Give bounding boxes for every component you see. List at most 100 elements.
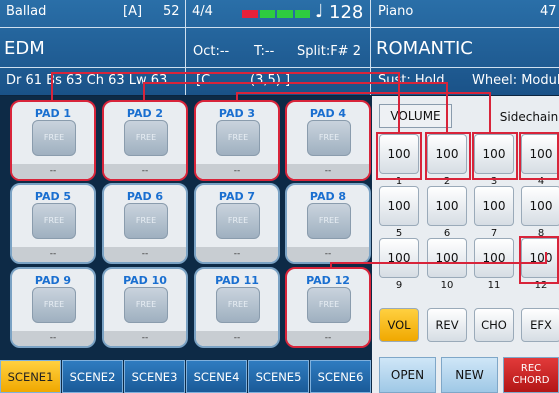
pad-state: FREE (124, 203, 168, 239)
status-bar: Ballad [A] 52 EDM 4/4 ♩ 128 Oct:-- T:-- … (0, 0, 559, 95)
chord-label: CHORD (512, 375, 550, 386)
new-button[interactable]: NEW (441, 357, 498, 393)
pad-11[interactable]: PAD 11 FREE -- (194, 267, 280, 348)
pad-state-label: FREE (227, 300, 249, 309)
pad-label: PAD 11 (215, 274, 259, 287)
pad-1[interactable]: PAD 1 FREE -- (10, 100, 96, 181)
voice-number: 47 (540, 4, 557, 19)
pad-footer: -- (12, 247, 94, 262)
chord-extension: (3,5) ] (250, 73, 291, 88)
sidechain-tab[interactable]: Sidechain (493, 106, 559, 130)
channel-number: 12 (534, 280, 548, 291)
pad-12[interactable]: PAD 12 FREE -- (285, 267, 371, 348)
voice-name: ROMANTIC (376, 38, 473, 59)
volume-knob-5[interactable]: 100 (379, 186, 419, 226)
pad-label: PAD 4 (309, 107, 347, 120)
vol-button[interactable]: VOL (379, 308, 419, 342)
style-category: Ballad (6, 4, 47, 19)
channel-number: 9 (395, 280, 403, 291)
volume-knob-11[interactable]: 100 (474, 238, 514, 278)
pad-footer: -- (104, 164, 186, 179)
voice-panel[interactable]: Piano 47 ROMANTIC Sust: Hold Wheel: Modu… (372, 0, 559, 95)
volume-knob-4[interactable]: 100 (521, 134, 559, 174)
pad-8[interactable]: PAD 8 FREE -- (285, 183, 371, 264)
pad-state: FREE (307, 203, 351, 239)
pad-state: FREE (216, 287, 260, 323)
scene-6-button[interactable]: SCENE6 (310, 360, 371, 393)
pad-state-label: FREE (135, 133, 157, 142)
scene-3-button[interactable]: SCENE3 (124, 360, 185, 393)
channel-number: 10 (440, 280, 454, 291)
open-button[interactable]: OPEN (379, 357, 436, 393)
pad-10[interactable]: PAD 10 FREE -- (102, 267, 188, 348)
pad-footer: -- (12, 164, 94, 179)
pad-label: PAD 3 (218, 107, 256, 120)
pad-9[interactable]: PAD 9 FREE -- (10, 267, 96, 348)
cho-button[interactable]: CHO (474, 308, 514, 342)
level-meter (242, 10, 310, 18)
pad-label: PAD 12 (306, 274, 350, 287)
transpose: T:-- (254, 44, 275, 59)
track-volumes: Dr 61 Bs 63 Ch 63 Lw 63 (6, 73, 168, 88)
channel-number: 11 (487, 280, 501, 291)
chord-name: [C (196, 73, 211, 88)
pad-state: FREE (124, 120, 168, 156)
pad-state-label: FREE (135, 216, 157, 225)
pad-footer: -- (196, 331, 278, 346)
wheel-mode: Wheel: Modul (472, 73, 559, 88)
pad-footer: -- (287, 164, 369, 179)
pad-label: PAD 8 (309, 190, 347, 203)
scene-5-button[interactable]: SCENE5 (248, 360, 309, 393)
tempo-value: 128 (329, 2, 364, 23)
volume-knob-7[interactable]: 100 (474, 186, 514, 226)
volume-knob-1[interactable]: 100 (379, 134, 419, 174)
scene-4-button[interactable]: SCENE4 (186, 360, 247, 393)
pad-3[interactable]: PAD 3 FREE -- (194, 100, 280, 181)
pad-4[interactable]: PAD 4 FREE -- (285, 100, 371, 181)
sustain-mode: Sust: Hold (378, 73, 445, 88)
volume-knob-3[interactable]: 100 (474, 134, 514, 174)
pad-label: PAD 5 (34, 190, 72, 203)
pad-state-label: FREE (318, 300, 340, 309)
octave: Oct:-- (193, 44, 230, 59)
variation: [A] (123, 4, 143, 19)
pad-state: FREE (307, 287, 351, 323)
pad-state: FREE (32, 203, 76, 239)
pad-footer: -- (104, 247, 186, 262)
pad-state-label: FREE (135, 300, 157, 309)
rec-chord-button[interactable]: REC CHORD (503, 357, 559, 393)
volume-knob-10[interactable]: 100 (427, 238, 467, 278)
volume-tab[interactable]: VOLUME (379, 104, 452, 128)
pad-label: PAD 9 (34, 274, 72, 287)
pad-state-label: FREE (43, 133, 65, 142)
pad-label: PAD 7 (218, 190, 256, 203)
split-point: Split:F# 2 (297, 44, 361, 59)
style-name: EDM (4, 38, 45, 59)
pad-state: FREE (307, 120, 351, 156)
pad-state-label: FREE (318, 216, 340, 225)
pad-6[interactable]: PAD 6 FREE -- (102, 183, 188, 264)
pad-state-label: FREE (43, 300, 65, 309)
volume-knob-6[interactable]: 100 (427, 186, 467, 226)
scene-1-button[interactable]: SCENE1 (0, 360, 61, 393)
pad-label: PAD 10 (123, 274, 167, 287)
pad-label: PAD 6 (126, 190, 164, 203)
scene-2-button[interactable]: SCENE2 (62, 360, 123, 393)
rec-label: REC (520, 363, 542, 374)
pad-7[interactable]: PAD 7 FREE -- (194, 183, 280, 264)
rev-button[interactable]: REV (427, 308, 467, 342)
volume-knob-2[interactable]: 100 (427, 134, 467, 174)
volume-knob-12[interactable]: 100 (521, 238, 559, 278)
pad-footer: -- (287, 247, 369, 262)
volume-knob-8[interactable]: 100 (521, 186, 559, 226)
pad-label: PAD 1 (34, 107, 72, 120)
pad-footer: -- (287, 331, 369, 346)
pad-state-label: FREE (318, 133, 340, 142)
pad-state: FREE (216, 203, 260, 239)
pad-5[interactable]: PAD 5 FREE -- (10, 183, 96, 264)
pad-2[interactable]: PAD 2 FREE -- (102, 100, 188, 181)
pad-footer: -- (12, 331, 94, 346)
volume-knob-9[interactable]: 100 (379, 238, 419, 278)
efx-button[interactable]: EFX (521, 308, 559, 342)
pad-footer: -- (196, 247, 278, 262)
